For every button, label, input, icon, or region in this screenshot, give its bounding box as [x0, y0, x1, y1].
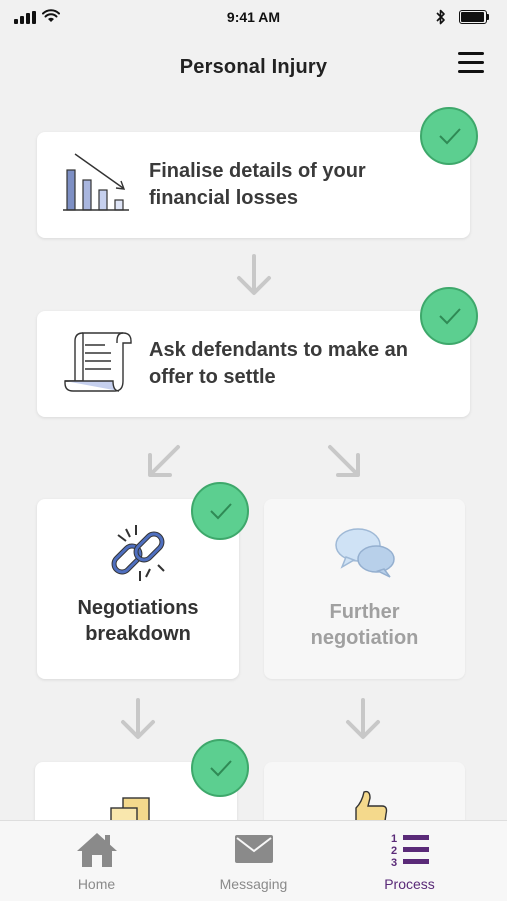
- arrow-down-left-icon: [148, 445, 180, 477]
- check-icon: [191, 482, 249, 540]
- tab-bar: Home Messaging 1 2 3 Process: [0, 820, 507, 901]
- step-label: Negotiations breakdown: [77, 597, 199, 645]
- tab-label: Home: [77, 876, 116, 892]
- bluetooth-icon: [436, 9, 445, 25]
- status-time: 9:41 AM: [226, 9, 281, 25]
- arrow-down-icon: [121, 698, 155, 739]
- tab-home[interactable]: Home: [12, 821, 181, 901]
- step-label: Finalise details of your financial losse…: [149, 160, 366, 209]
- check-icon: [420, 287, 478, 345]
- step-card-financial-losses[interactable]: Finalise details of your financial losse…: [37, 132, 470, 238]
- arrow-down-right-icon: [328, 445, 360, 477]
- declining-chart-icon: [63, 153, 129, 211]
- tab-messaging[interactable]: Messaging: [169, 821, 338, 901]
- scroll-document-icon: [64, 332, 132, 392]
- check-icon: [191, 739, 249, 797]
- arrow-down-icon: [346, 698, 380, 739]
- battery-icon: [459, 10, 489, 24]
- broken-link-icon: [111, 525, 165, 581]
- home-icon: [76, 833, 117, 867]
- tab-label: Process: [384, 876, 435, 892]
- check-icon: [420, 107, 478, 165]
- step-label: Ask defendants to make an offer to settl…: [149, 339, 408, 388]
- status-bar: 9:41 AM: [0, 0, 507, 34]
- arrow-down-icon: [237, 254, 271, 295]
- step-label: Further negotiation: [310, 601, 419, 649]
- step-card-further-negotiation[interactable]: Further negotiation: [264, 499, 465, 679]
- hamburger-menu-icon[interactable]: [458, 52, 486, 76]
- tab-process[interactable]: 1 2 3 Process: [325, 821, 494, 901]
- tab-label: Messaging: [219, 876, 288, 892]
- speech-bubbles-icon: [334, 528, 395, 578]
- envelope-icon: [234, 835, 273, 863]
- svg-text:2: 2: [391, 845, 397, 857]
- step-card-offer-to-settle[interactable]: Ask defendants to make an offer to settl…: [37, 311, 470, 417]
- svg-text:3: 3: [391, 857, 397, 869]
- page-title: Personal Injury: [179, 56, 328, 78]
- svg-text:1: 1: [391, 833, 397, 845]
- numbered-list-icon: 1 2 3: [391, 833, 429, 869]
